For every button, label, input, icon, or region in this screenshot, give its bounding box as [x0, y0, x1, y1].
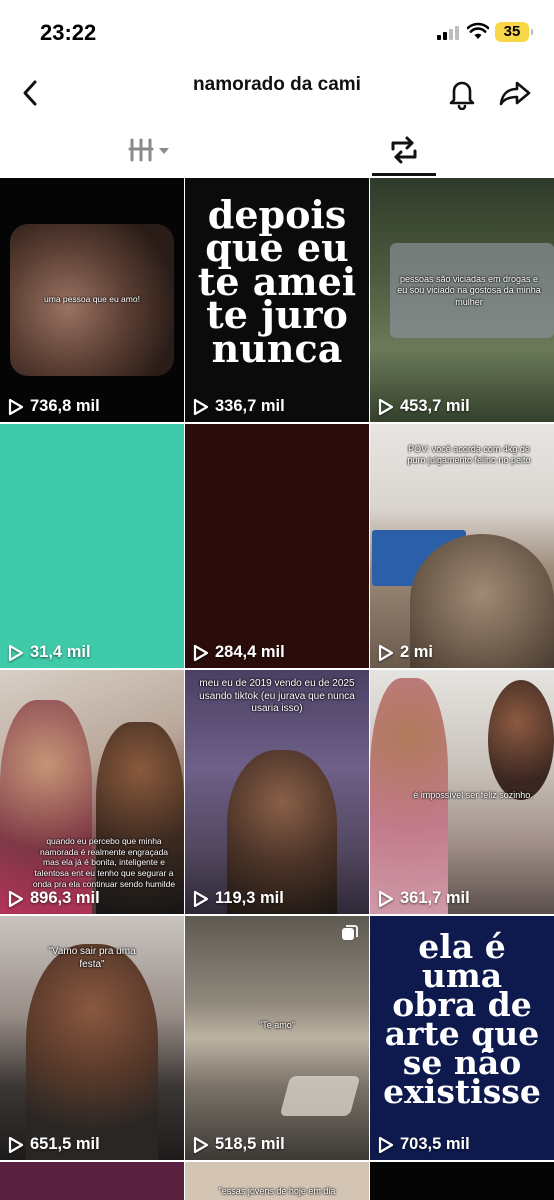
- bell-icon: [449, 81, 475, 111]
- view-count-text: 336,7 mil: [215, 397, 285, 415]
- video-thumbnail[interactable]: quando eu percebo que minha namorada é r…: [0, 670, 184, 914]
- view-count: 284,4 mil: [193, 643, 285, 662]
- share-arrow-icon: [499, 81, 531, 106]
- view-count: 361,7 mil: [378, 889, 470, 908]
- video-caption: quando eu percebo que minha namorada é r…: [32, 836, 176, 889]
- play-icon: [193, 644, 209, 661]
- play-icon: [378, 1136, 394, 1153]
- tab-reposts[interactable]: [372, 128, 436, 176]
- play-icon: [8, 398, 24, 415]
- video-thumbnail[interactable]: meu eu de 2019 vendo eu de 2025 usando t…: [185, 670, 369, 914]
- view-count: 736,8 mil: [8, 397, 100, 416]
- video-thumbnail[interactable]: depois que eu te amei te juro nunca 336,…: [185, 178, 369, 422]
- video-thumbnail[interactable]: pessoas são viciadas em drogas e eu sou …: [370, 178, 554, 422]
- video-caption: POV: você acorda com 4kg de puro julgame…: [407, 444, 531, 466]
- video-thumbnail[interactable]: [370, 1162, 554, 1200]
- view-count-text: 518,5 mil: [215, 1135, 285, 1153]
- view-count: 2 mi: [378, 643, 433, 662]
- video-thumbnail[interactable]: 31,4 mil: [0, 424, 184, 668]
- video-thumbnail[interactable]: 284,4 mil: [185, 424, 369, 668]
- nav-bar: namorado da cami: [0, 62, 554, 124]
- view-count: 31,4 mil: [8, 643, 91, 662]
- video-thumbnail[interactable]: POV: você acorda com 4kg de puro julgame…: [370, 424, 554, 668]
- carousel-icon: [342, 925, 358, 940]
- play-icon: [8, 890, 24, 907]
- play-icon: [8, 644, 24, 661]
- video-caption: "Vamo sair pra uma festa": [48, 946, 136, 970]
- status-bar: 23:22 35: [0, 0, 554, 62]
- video-caption: "Te amo": [259, 1020, 295, 1030]
- video-caption: meu eu de 2019 vendo eu de 2025 usando t…: [199, 678, 355, 714]
- profile-tabs: [0, 128, 554, 179]
- video-thumbnail[interactable]: uma pessoa que eu amo! 736,8 mil: [0, 178, 184, 422]
- video-big-text: ela é uma obra de arte que se não existi…: [383, 927, 541, 1112]
- video-big-text: depois que eu te amei te juro nunca: [197, 192, 357, 371]
- video-thumbnail[interactable]: "essas jovens de hoje em dia: [185, 1162, 369, 1200]
- video-thumbnail[interactable]: é impossível ser feliz sozinho. 361,7 mi…: [370, 670, 554, 914]
- view-count: 703,5 mil: [378, 1135, 470, 1154]
- cellular-signal-icon: [437, 26, 459, 40]
- view-count-text: 284,4 mil: [215, 643, 285, 661]
- view-count-text: 453,7 mil: [400, 397, 470, 415]
- view-count-text: 736,8 mil: [30, 397, 100, 415]
- man-with-eyes-closed-photo: [26, 944, 158, 1160]
- view-count-text: 361,7 mil: [400, 889, 470, 907]
- view-count-text: 2 mi: [400, 643, 434, 661]
- view-count: 119,3 mil: [193, 889, 284, 908]
- play-icon: [193, 1136, 209, 1153]
- video-thumbnail[interactable]: ela é uma obra de arte que se não existi…: [370, 916, 554, 1160]
- tab-videos-grid[interactable]: [126, 128, 176, 176]
- play-icon: [193, 890, 209, 907]
- boat-photo: [279, 1076, 361, 1116]
- repost-icon: [391, 136, 417, 164]
- view-count: 453,7 mil: [378, 397, 470, 416]
- view-count-text: 703,5 mil: [400, 1135, 470, 1153]
- view-count-text: 896,3 mil: [30, 889, 100, 907]
- play-icon: [378, 398, 394, 415]
- view-count-text: 31,4 mil: [30, 643, 91, 661]
- play-icon: [8, 1136, 24, 1153]
- play-icon: [378, 890, 394, 907]
- girl-photo: [488, 680, 554, 800]
- video-thumbnail[interactable]: "Vamo sair pra uma festa" 651,5 mil: [0, 916, 184, 1160]
- video-thumbnail[interactable]: [0, 1162, 184, 1200]
- view-count: 651,5 mil: [8, 1135, 100, 1154]
- battery-indicator: 35: [495, 22, 533, 42]
- view-count: 336,7 mil: [193, 397, 285, 416]
- notifications-button[interactable]: [446, 76, 478, 111]
- view-count: 518,5 mil: [193, 1135, 285, 1154]
- view-count: 896,3 mil: [8, 889, 100, 908]
- play-icon: [193, 398, 209, 415]
- video-caption: uma pessoa que eu amo!: [44, 294, 140, 304]
- status-time: 23:22: [40, 20, 97, 45]
- wifi-icon: [467, 22, 489, 39]
- grid-icon: [128, 138, 169, 162]
- view-count-text: 651,5 mil: [30, 1135, 100, 1153]
- share-button[interactable]: [498, 76, 532, 110]
- play-icon: [378, 644, 394, 661]
- video-thumbnail[interactable]: "Te amo" 518,5 mil: [185, 916, 369, 1160]
- video-caption: "essas jovens de hoje em dia: [218, 1186, 336, 1196]
- video-caption: pessoas são viciadas em drogas e eu sou …: [397, 274, 541, 307]
- video-caption: é impossível ser feliz sozinho.: [413, 790, 533, 800]
- view-count-text: 119,3 mil: [215, 889, 284, 907]
